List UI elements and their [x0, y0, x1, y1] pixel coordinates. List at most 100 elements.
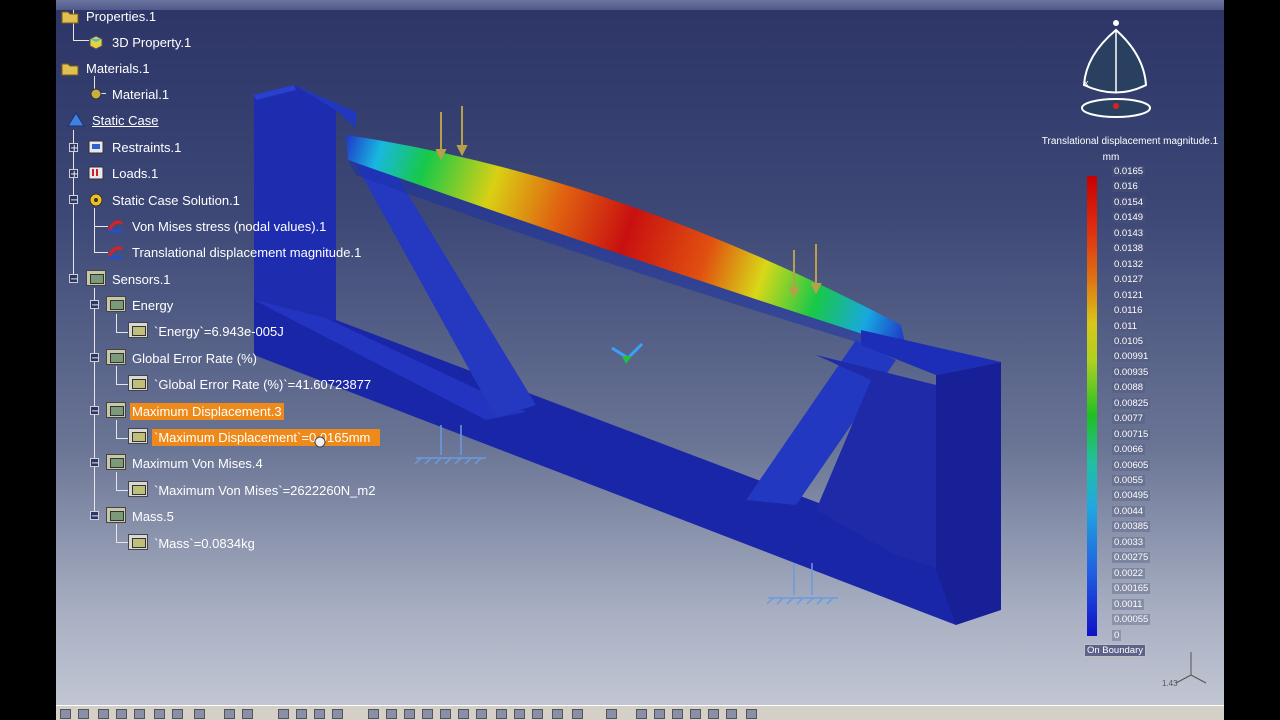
- toolbar-help-icon[interactable]: [194, 709, 205, 719]
- tree-line: [94, 288, 95, 516]
- toolbar-compute-icon[interactable]: [636, 709, 647, 719]
- toolbar-formula-icon[interactable]: [224, 709, 235, 719]
- toolbar-animate-icon[interactable]: [690, 709, 701, 719]
- legend-tick-label: 0.0011: [1112, 598, 1145, 610]
- expand-toggle[interactable]: +: [69, 143, 78, 154]
- toolbar-camera-icon[interactable]: [332, 709, 343, 719]
- tree-node-param-mass[interactable]: `Mass`=0.0834kg: [128, 533, 257, 553]
- legend-tick-label: 0.0149: [1112, 212, 1146, 224]
- legend-tick-label: 0.0055: [1112, 475, 1146, 486]
- tree-line: [116, 524, 117, 542]
- axes-triad-icon: [1175, 652, 1207, 684]
- legend-tick-label: 0.016: [1112, 181, 1140, 193]
- toolbar-extrema-icon[interactable]: [726, 709, 737, 719]
- toolbar-measure-icon[interactable]: [242, 709, 253, 719]
- toolbar-copy-icon[interactable]: [116, 709, 127, 719]
- toolbar-zoom-in-icon[interactable]: [422, 709, 433, 719]
- legend-tick-label: 0.0116: [1112, 305, 1145, 317]
- toolbar-redo-icon[interactable]: [172, 709, 183, 719]
- 3d-viewport[interactable]: x + + − − − − − − − Properties.1 3D Prop…: [56, 0, 1224, 720]
- tree-node-sensor-global-error[interactable]: Global Error Rate (%): [106, 348, 259, 368]
- toolbar-info-icon[interactable]: [746, 709, 757, 719]
- tree-node-label: Maximum Von Mises.4: [132, 455, 263, 471]
- tree-node-sensors[interactable]: Sensors.1: [86, 269, 173, 289]
- toolbar-swap-icon[interactable]: [552, 709, 563, 719]
- loads-icon: [86, 164, 106, 182]
- toolbar-cut-plane-icon[interactable]: [708, 709, 719, 719]
- toolbar-view-icon[interactable]: [314, 709, 325, 719]
- toolbar-undo-icon[interactable]: [154, 709, 165, 719]
- tree-node-static-case-solution[interactable]: Static Case Solution.1: [86, 190, 242, 210]
- tree-node-label: Properties.1: [86, 8, 157, 24]
- tree-line: [94, 208, 95, 252]
- toolbar-save-icon[interactable]: [60, 709, 71, 719]
- image-icon: [106, 217, 126, 235]
- tree-node-von-mises-image[interactable]: Von Mises stress (nodal values).1: [106, 216, 328, 236]
- tree-node-material[interactable]: Material.1: [86, 84, 171, 104]
- tree-node-param-max-von-mises[interactable]: `Maximum Von Mises`=2622260N_m2: [128, 480, 377, 500]
- compass-icon[interactable]: x: [1081, 20, 1151, 118]
- toolbar-list-icon[interactable]: [278, 709, 289, 719]
- legend-tick-label: 0.0066: [1112, 444, 1146, 456]
- tree-node-restraints[interactable]: Restraints.1: [86, 137, 183, 157]
- toolbar-image-icon[interactable]: [572, 709, 583, 719]
- sensor-icon: [106, 454, 126, 472]
- tree-node-displacement-image[interactable]: Translational displacement magnitude.1: [106, 242, 363, 262]
- parameter-icon: [128, 375, 148, 393]
- tree-node-label: Materials.1: [86, 60, 150, 76]
- collapse-toggle[interactable]: −: [90, 406, 99, 417]
- toolbar-iso-view-icon[interactable]: [496, 709, 507, 719]
- toolbar-pan-icon[interactable]: [386, 709, 397, 719]
- toolbar-rotate-icon[interactable]: [404, 709, 415, 719]
- tree-node-properties[interactable]: Properties.1: [60, 6, 158, 26]
- bottom-toolbar: [56, 705, 1224, 720]
- tree-node-param-global-error[interactable]: `Global Error Rate (%)`=41.60723877: [128, 374, 373, 394]
- tree-node-label: `Mass`=0.0834kg: [154, 535, 255, 551]
- collapse-toggle[interactable]: −: [69, 274, 78, 285]
- toolbar-zoom-out-icon[interactable]: [440, 709, 451, 719]
- toolbar-hide-icon[interactable]: [532, 709, 543, 719]
- toolbar-sensor-icon[interactable]: [606, 709, 617, 719]
- tree-node-sensor-max-displacement[interactable]: Maximum Displacement.3: [106, 401, 284, 421]
- tree-node-label: `Maximum Displacement`=0.0165mm: [152, 428, 380, 446]
- collapse-toggle[interactable]: −: [90, 511, 99, 522]
- tree-node-sensor-energy[interactable]: Energy: [106, 295, 175, 315]
- toolbar-table-icon[interactable]: [296, 709, 307, 719]
- tree-line: [116, 542, 128, 543]
- toolbar-normal-view-icon[interactable]: [458, 709, 469, 719]
- toolbar-paste-icon[interactable]: [134, 709, 145, 719]
- legend-tick-label: 0.0143: [1112, 227, 1146, 239]
- tree-node-param-energy[interactable]: `Energy`=6.943e-005J: [128, 321, 286, 341]
- legend-tick-label: 0.0077: [1112, 413, 1146, 425]
- toolbar-cut-icon[interactable]: [98, 709, 109, 719]
- collapse-toggle[interactable]: −: [90, 353, 99, 364]
- tree-node-sensor-max-von-mises[interactable]: Maximum Von Mises.4: [106, 453, 265, 473]
- static-case-icon: [66, 111, 86, 129]
- legend-tick-label: 0.0138: [1112, 243, 1146, 255]
- legend-tick-label: 0.0127: [1112, 274, 1146, 286]
- legend-tick-label: 0.00715: [1112, 428, 1151, 440]
- folder-icon: [60, 7, 80, 25]
- tree-node-label: Sensors.1: [112, 271, 171, 287]
- material-icon: [86, 85, 106, 103]
- toolbar-results-icon[interactable]: [654, 709, 665, 719]
- legend-tick-label: 0.00495: [1112, 490, 1151, 502]
- tree-node-3d-property[interactable]: 3D Property.1: [86, 32, 193, 52]
- tree-node-static-case[interactable]: Static Case: [66, 110, 160, 130]
- svg-text:x: x: [1084, 78, 1089, 88]
- toolbar-multi-view-icon[interactable]: [476, 709, 487, 719]
- tree-node-sensor-mass[interactable]: Mass.5: [106, 506, 176, 526]
- legend-tick-label: 0.00385: [1112, 521, 1151, 533]
- collapse-toggle[interactable]: −: [90, 300, 99, 311]
- collapse-toggle[interactable]: −: [90, 458, 99, 469]
- toolbar-report-icon[interactable]: [672, 709, 683, 719]
- parameter-icon: [128, 322, 148, 340]
- tree-node-param-max-displacement[interactable]: `Maximum Displacement`=0.0165mm: [128, 427, 380, 447]
- collapse-toggle[interactable]: −: [69, 195, 78, 206]
- expand-toggle[interactable]: +: [69, 169, 78, 180]
- tree-node-loads[interactable]: Loads.1: [86, 163, 160, 183]
- toolbar-fit-all-icon[interactable]: [368, 709, 379, 719]
- toolbar-print-icon[interactable]: [78, 709, 89, 719]
- toolbar-render-icon[interactable]: [514, 709, 525, 719]
- tree-node-materials[interactable]: Materials.1: [60, 58, 152, 78]
